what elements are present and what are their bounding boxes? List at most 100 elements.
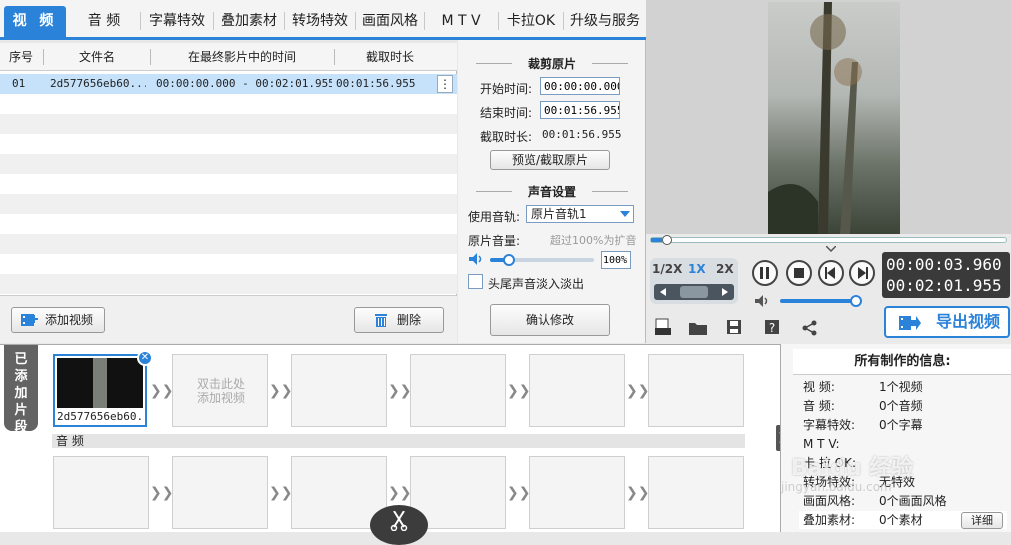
empty-audio-slot[interactable] (172, 456, 268, 529)
tab-mtv[interactable]: M T V (428, 8, 494, 34)
volume-slider[interactable] (490, 254, 594, 266)
player-volume-slider[interactable] (780, 295, 862, 307)
tab-video[interactable]: 视 频 (4, 6, 66, 37)
time-display: 00:00:03.960 00:02:01.955 (882, 252, 1010, 298)
sequence-arrow-icon: ❯❯ (269, 383, 293, 399)
tab-upgrade[interactable]: 升级与服务 (566, 8, 644, 34)
sequence-arrow-icon: ❯❯ (269, 485, 293, 501)
save-icon[interactable] (726, 319, 742, 335)
end-time-input[interactable] (540, 101, 620, 119)
row-filename: 2d577656eb60... (50, 77, 146, 90)
stop-button[interactable] (786, 260, 812, 286)
tab-audio[interactable]: 音 频 (76, 8, 132, 34)
sequence-arrow-icon: ❯❯ (150, 485, 174, 501)
speed-1x-button[interactable]: 1X (688, 262, 708, 276)
empty-clip-slot[interactable]: 双击此处 添加视频 (172, 354, 268, 427)
info-row-subtitles: 字幕特效: 0个字幕 (803, 418, 923, 432)
audio-track-label: 音 频 (52, 434, 745, 448)
table-row[interactable]: 01 2d577656eb60... 00:00:00.000 - 00:02:… (0, 74, 457, 94)
delete-button[interactable]: 删除 (354, 307, 444, 333)
empty-row (0, 194, 457, 214)
volume-input[interactable] (601, 251, 631, 269)
empty-clip-slot[interactable] (291, 354, 387, 427)
tab-divider (355, 12, 356, 30)
video-frame-image (768, 2, 862, 234)
export-video-button[interactable]: 导出视频 (884, 306, 1010, 338)
row-duration: 00:01:56.955 (336, 77, 416, 90)
share-icon[interactable] (802, 320, 818, 336)
film-add-icon (21, 314, 38, 326)
audio-track-select[interactable]: 原片音轨1 (526, 205, 634, 223)
next-frame-button[interactable] (849, 260, 875, 286)
empty-clip-slot[interactable] (529, 354, 625, 427)
add-video-placeholder: 双击此处 添加视频 (196, 377, 245, 405)
main-tab-bar: 视 频 音 频 字幕特效 叠加素材 转场特效 画面风格 M T V 卡拉OK 升… (0, 0, 646, 40)
export-label: 导出视频 (935, 312, 1000, 331)
info-title: 所有制作的信息: (793, 349, 1011, 375)
video-preview (646, 0, 1011, 234)
sequence-arrow-icon: ❯❯ (388, 485, 412, 501)
step-forward-icon (858, 267, 868, 279)
empty-audio-slot[interactable] (529, 456, 625, 529)
row-time-range: 00:00:00.000 - 00:02:01.955 (156, 77, 332, 90)
tab-transitions[interactable]: 转场特效 (287, 8, 353, 34)
added-clips-label: 已添加片段 (14, 352, 28, 435)
pause-button[interactable] (752, 260, 778, 286)
jog-arrows-icon (660, 286, 728, 298)
confirm-button[interactable]: 确认修改 (490, 304, 610, 336)
video-list-actions: 添加视频 删除 (0, 295, 457, 343)
clip-thumbnail[interactable]: 2d577656eb60... ✕ (53, 350, 153, 427)
column-header-index: 序号 (8, 50, 33, 64)
speed-half-button[interactable]: 1/2X (652, 262, 682, 276)
empty-clip-slot[interactable] (410, 354, 506, 427)
empty-row (0, 274, 457, 294)
tab-karaoke[interactable]: 卡拉OK (502, 8, 560, 34)
tab-overlay[interactable]: 叠加素材 (216, 8, 282, 34)
info-row-audio: 音 频: 0个音频 (803, 399, 923, 413)
remove-clip-icon[interactable]: ✕ (137, 350, 153, 366)
total-time: 00:02:01.955 (886, 276, 1002, 295)
sequence-arrow-icon: ❯❯ (507, 485, 531, 501)
empty-row (0, 134, 457, 154)
open-folder-icon[interactable] (688, 320, 708, 336)
row-menu-icon[interactable]: ⋮ (437, 75, 453, 93)
stop-icon (794, 268, 804, 278)
fade-checkbox[interactable] (468, 274, 483, 289)
empty-audio-slot[interactable] (648, 456, 744, 529)
speed-2x-button[interactable]: 2X (716, 262, 736, 276)
tab-subtitle-effects[interactable]: 字幕特效 (144, 8, 210, 34)
empty-clip-slot[interactable] (648, 354, 744, 427)
chevron-down-icon (620, 211, 630, 217)
new-project-icon[interactable] (654, 318, 672, 336)
sequence-arrow-icon: ❯❯ (150, 383, 174, 399)
add-video-button[interactable]: 添加视频 (11, 307, 105, 333)
column-header-filename: 文件名 (78, 50, 115, 64)
tab-divider (563, 12, 564, 30)
info-row-video: 视 频: 1个视频 (803, 380, 923, 394)
start-time-label: 开始时间: (480, 82, 533, 96)
preview-clip-button[interactable]: 预览/截取原片 (490, 150, 610, 170)
clip-duration-label: 截取时长: (480, 130, 533, 144)
detail-button[interactable]: 详细 (961, 512, 1003, 529)
prev-frame-button[interactable] (818, 260, 844, 286)
collapse-chevron-icon[interactable] (826, 246, 836, 252)
project-info-panel: 所有制作的信息: 视 频: 1个视频 音 频: 0个音频 字幕特效: 0个字幕 M T… (780, 344, 1011, 532)
help-icon[interactable]: ? (764, 319, 780, 335)
tab-style[interactable]: 画面风格 (358, 8, 422, 34)
start-time-input[interactable] (540, 77, 620, 95)
playback-progress-bar[interactable] (650, 235, 1007, 245)
tab-divider (140, 12, 141, 30)
empty-row (0, 214, 457, 234)
added-clips-tab[interactable]: 已添加片段 (4, 345, 38, 435)
tab-divider (498, 12, 499, 30)
tab-divider (424, 12, 425, 30)
volume-hint: 超过100%为扩音 (550, 234, 637, 247)
audio-track-value: 原片音轨1 (531, 207, 587, 221)
jog-wheel[interactable] (654, 284, 734, 300)
empty-audio-slot[interactable] (53, 456, 149, 529)
add-video-label: 添加视频 (44, 313, 93, 327)
scissors-button[interactable] (370, 505, 428, 545)
clip-section-title: 裁剪原片 (476, 55, 628, 72)
clip-duration-value: 00:01:56.955 (542, 128, 622, 141)
fade-label: 头尾声音淡入淡出 (488, 277, 585, 291)
